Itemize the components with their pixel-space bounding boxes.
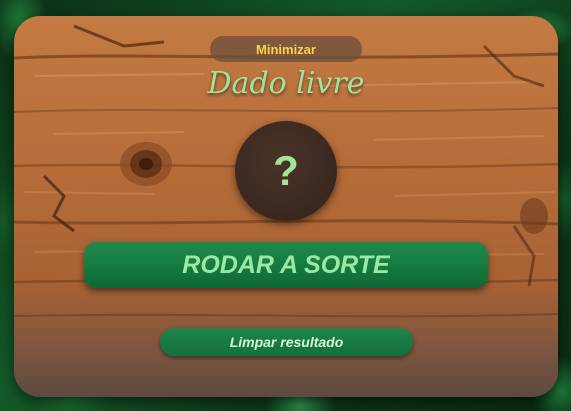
dice-result-display: ? xyxy=(235,121,337,221)
dice-result-value: ? xyxy=(273,147,299,194)
dice-panel: Minimizar Dado livre ? RODAR A SORTE Lim… xyxy=(14,16,558,397)
panel-title: Dado livre xyxy=(207,66,365,101)
clear-result-button[interactable]: Limpar resultado xyxy=(160,328,413,356)
minimize-button[interactable]: Minimizar xyxy=(210,36,362,62)
roll-dice-button[interactable]: RODAR A SORTE xyxy=(84,242,488,288)
